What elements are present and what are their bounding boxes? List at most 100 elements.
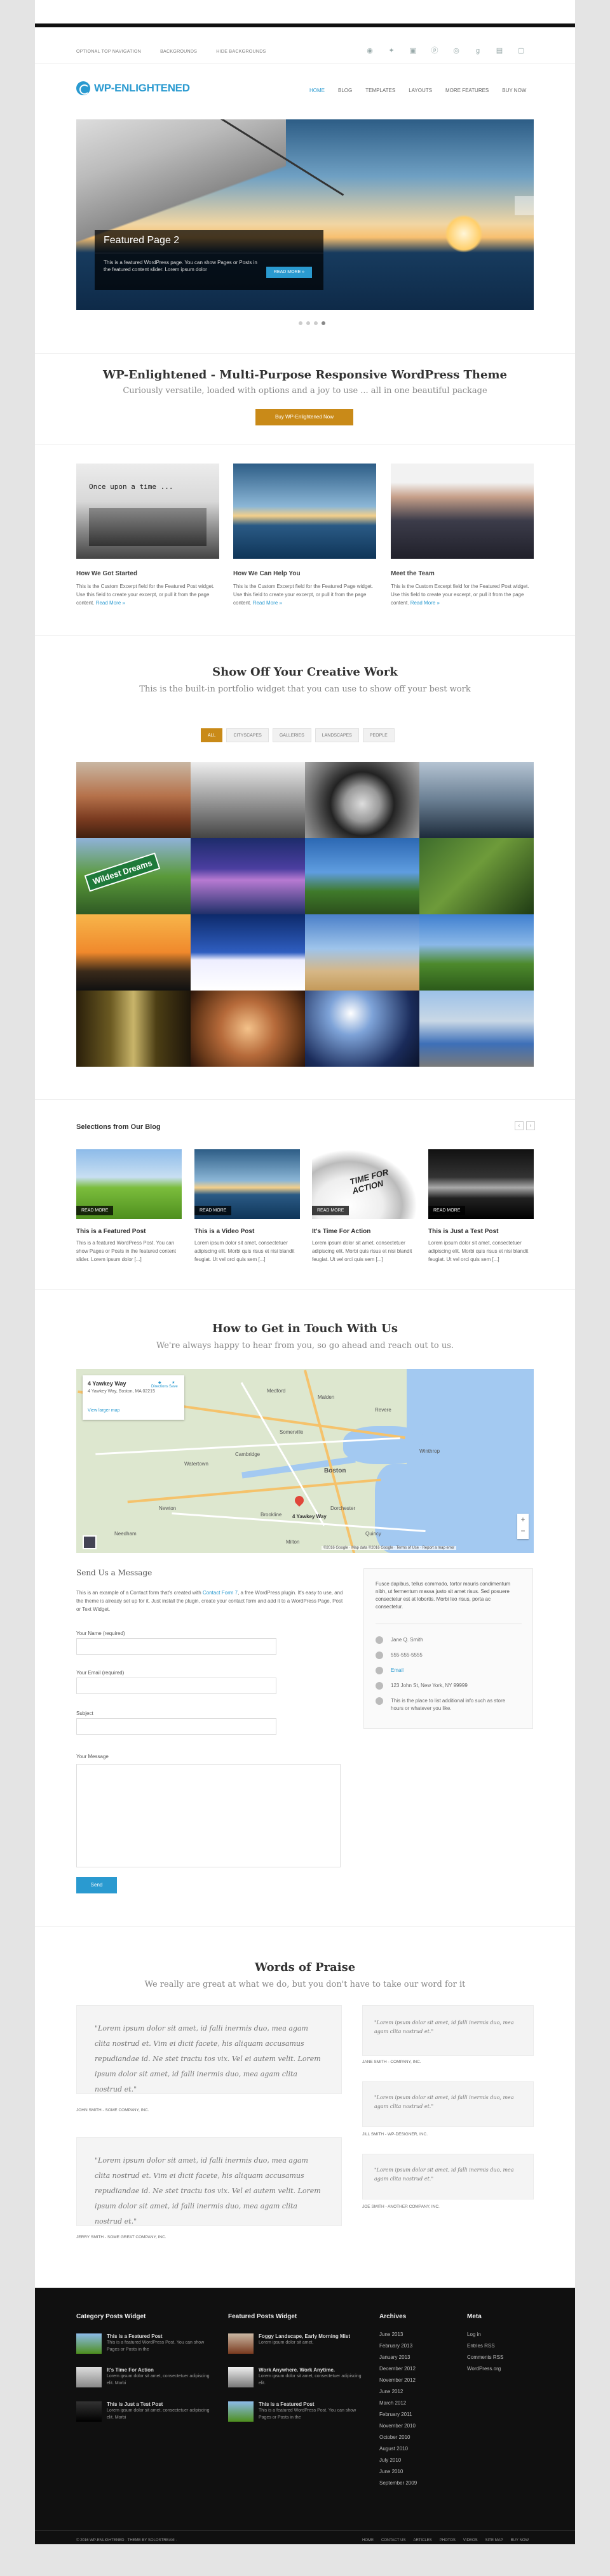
read-more-link[interactable]: Read More »: [410, 600, 440, 606]
footer-nav-link[interactable]: SITE MAP: [485, 2539, 503, 2542]
footer-post-item[interactable]: This is Just a Test Post Lorem ipsum dolo…: [76, 2401, 210, 2422]
portfolio-item[interactable]: Wildest Dreams: [76, 838, 191, 914]
contact-form-link[interactable]: Contact Form 7: [203, 1590, 238, 1596]
slider-dot[interactable]: [314, 321, 318, 325]
chevron-left-icon[interactable]: ‹: [515, 1121, 524, 1130]
nav-home[interactable]: HOME: [309, 88, 325, 93]
pinterest-icon[interactable]: ⓟ: [430, 46, 439, 55]
footer-post-title[interactable]: This is Just a Test Post: [107, 2401, 210, 2407]
footer-post-item[interactable]: Foggy Landscape, Early Morning Mist Lorem…: [228, 2333, 362, 2354]
filter-galleries[interactable]: GALLERIES: [272, 728, 311, 742]
map-directions-button[interactable]: ◆ Directions: [151, 1380, 168, 1389]
filter-all[interactable]: ALL: [201, 728, 223, 742]
portfolio-item[interactable]: [191, 991, 305, 1067]
meta-link[interactable]: Comments RSS: [467, 2352, 503, 2363]
portfolio-item[interactable]: [305, 838, 419, 914]
read-more-button[interactable]: READ MORE: [428, 1206, 466, 1215]
portfolio-item[interactable]: [305, 991, 419, 1067]
filter-cityscapes[interactable]: CITYSCAPES: [226, 728, 269, 742]
meta-link[interactable]: Entries RSS: [467, 2340, 503, 2352]
chevron-right-icon[interactable]: ›: [526, 1121, 535, 1130]
linkedin-icon[interactable]: ▤: [495, 46, 504, 55]
footer-post-item[interactable]: This is a Featured Post This is a feature…: [228, 2401, 362, 2422]
hero-next-arrow-icon[interactable]: [515, 196, 534, 215]
feature-image[interactable]: [233, 464, 376, 559]
rss-icon[interactable]: ◉: [365, 46, 374, 55]
map-zoom-control[interactable]: + −: [517, 1514, 529, 1539]
archive-link[interactable]: October 2010: [379, 2432, 417, 2443]
blog-post-title[interactable]: This is a Featured Post: [76, 1228, 182, 1235]
blog-post-image[interactable]: READ MORE: [428, 1149, 534, 1219]
footer-post-title[interactable]: This is a Featured Post: [259, 2401, 362, 2407]
zoom-in-icon[interactable]: +: [520, 1515, 525, 1524]
dribbble-icon[interactable]: ◎: [452, 46, 461, 55]
read-more-button[interactable]: READ MORE: [312, 1206, 349, 1215]
footer-post-title[interactable]: This is a Featured Post: [107, 2333, 210, 2339]
blog-post-title[interactable]: It's Time For Action: [312, 1228, 417, 1235]
archive-link[interactable]: November 2010: [379, 2420, 417, 2432]
archive-link[interactable]: June 2013: [379, 2329, 417, 2340]
archive-link[interactable]: August 2010: [379, 2443, 417, 2455]
read-more-button[interactable]: READ MORE: [194, 1206, 232, 1215]
footer-nav-link[interactable]: ARTICLES: [413, 2539, 431, 2542]
feature-title[interactable]: How We Got Started: [76, 570, 219, 577]
blog-post-title[interactable]: This is a Video Post: [194, 1228, 300, 1235]
footer-nav-link[interactable]: PHOTOS: [440, 2539, 456, 2542]
portfolio-item[interactable]: [419, 991, 534, 1067]
nav-templates[interactable]: TEMPLATES: [365, 88, 395, 93]
archive-link[interactable]: February 2013: [379, 2340, 417, 2352]
footer-post-item[interactable]: Work Anywhere. Work Anytime. Lorem ipsum …: [228, 2367, 362, 2387]
portfolio-item[interactable]: [305, 762, 419, 838]
feature-image[interactable]: Once upon a time ...: [76, 464, 219, 559]
portfolio-item[interactable]: [76, 914, 191, 991]
blog-post-image[interactable]: READ MORE: [76, 1149, 182, 1219]
read-more-link[interactable]: Read More »: [96, 600, 125, 606]
message-field[interactable]: [76, 1764, 341, 1867]
filter-landscapes[interactable]: LANDSCAPES: [315, 728, 359, 742]
blog-post-title[interactable]: This is Just a Test Post: [428, 1228, 534, 1235]
portfolio-item[interactable]: [76, 762, 191, 838]
google-map[interactable]: Medford Malden Revere Somerville Cambrid…: [76, 1369, 534, 1553]
read-more-link[interactable]: Read More »: [253, 600, 282, 606]
archive-link[interactable]: March 2012: [379, 2398, 417, 2409]
filter-people[interactable]: PEOPLE: [362, 728, 395, 742]
name-field[interactable]: [76, 1638, 276, 1655]
archive-link[interactable]: July 2010: [379, 2455, 417, 2466]
contact-row[interactable]: Email: [376, 1667, 518, 1674]
slider-dot[interactable]: [322, 321, 325, 325]
footer-post-title[interactable]: Work Anywhere. Work Anytime.: [259, 2367, 362, 2373]
map-satellite-toggle[interactable]: [83, 1535, 97, 1549]
meta-link[interactable]: WordPress.org: [467, 2363, 503, 2375]
map-larger-link[interactable]: View larger map: [88, 1408, 119, 1413]
portfolio-item[interactable]: [191, 762, 305, 838]
archive-link[interactable]: November 2012: [379, 2375, 417, 2386]
footer-post-item[interactable]: This is a Featured Post This is a feature…: [76, 2333, 210, 2354]
portfolio-item[interactable]: [191, 838, 305, 914]
blog-post-image[interactable]: READ MORE: [194, 1149, 300, 1219]
footer-nav-link[interactable]: VIDEOS: [463, 2539, 478, 2542]
buy-now-button[interactable]: Buy WP-Enlightened Now: [255, 409, 353, 425]
utility-nav-item[interactable]: Optional Top Navigation: [76, 50, 141, 54]
archive-link[interactable]: September 2009: [379, 2478, 417, 2489]
footer-post-title[interactable]: It's Time For Action: [107, 2367, 210, 2373]
archive-link[interactable]: June 2012: [379, 2386, 417, 2398]
feature-title[interactable]: How We Can Help You: [233, 570, 376, 577]
portfolio-item[interactable]: [191, 914, 305, 991]
send-button[interactable]: Send: [76, 1877, 117, 1893]
blog-post-image[interactable]: TIME FOR ACTION READ MORE: [312, 1149, 417, 1219]
nav-blog[interactable]: BLOG: [338, 88, 352, 93]
footer-nav-link[interactable]: HOME: [362, 2539, 374, 2542]
portfolio-item[interactable]: [419, 762, 534, 838]
google-plus-icon[interactable]: g: [473, 46, 482, 55]
feature-title[interactable]: Meet the Team: [391, 570, 534, 577]
nav-layouts[interactable]: LAYOUTS: [409, 88, 432, 93]
nav-more-features[interactable]: MORE FEATURES: [445, 88, 489, 93]
nav-buy-now[interactable]: BUY NOW: [502, 88, 526, 93]
footer-post-item[interactable]: It's Time For Action Lorem ipsum dolor si…: [76, 2367, 210, 2387]
subject-field[interactable]: [76, 1718, 276, 1735]
utility-nav-item[interactable]: Backgrounds: [160, 50, 197, 54]
portfolio-item[interactable]: [305, 914, 419, 991]
hero-read-more-button[interactable]: READ MORE »: [266, 267, 312, 278]
footer-nav-link[interactable]: BUY NOW: [511, 2539, 529, 2542]
twitter-icon[interactable]: ✦: [387, 46, 396, 55]
